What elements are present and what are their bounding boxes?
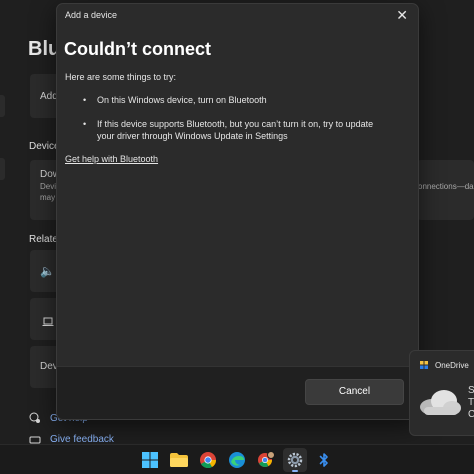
toast-text: T xyxy=(468,397,474,408)
device-row-right: connections—da xyxy=(414,160,474,220)
close-icon[interactable]: ✕ xyxy=(396,7,408,24)
devices-section-title: Device xyxy=(29,141,60,152)
tip-item: On this Windows device, turn on Bluetoot… xyxy=(81,94,381,106)
speaker-icon: 🔈 xyxy=(40,264,55,278)
dialog-window-title: Add a device xyxy=(65,10,118,20)
bluetooth-help-link[interactable]: Get help with Bluetooth xyxy=(65,154,158,164)
file-explorer-icon[interactable] xyxy=(167,448,191,472)
active-app-indicator xyxy=(292,470,298,472)
device-right-text: connections—da xyxy=(414,182,474,191)
dialog-titlebar: Add a device ✕ xyxy=(57,4,418,26)
dialog-intro-text: Here are some things to try: xyxy=(65,72,177,82)
toast-text: S xyxy=(468,385,474,396)
onedrive-app-icon xyxy=(420,361,428,369)
dialog-footer: Cancel xyxy=(57,366,418,419)
onedrive-notification[interactable]: OneDrive S T C xyxy=(409,350,474,436)
settings-gear-icon[interactable] xyxy=(283,448,307,472)
cancel-button[interactable]: Cancel xyxy=(305,379,404,405)
chrome-icon[interactable] xyxy=(196,448,220,472)
taskbar xyxy=(0,444,474,474)
bluetooth-icon[interactable] xyxy=(312,448,336,472)
chrome-profile-icon[interactable] xyxy=(254,448,278,472)
toast-text: C xyxy=(468,409,474,420)
screen: Blue Add Device Dow Devi may connections… xyxy=(0,0,474,474)
windows-start-icon[interactable] xyxy=(138,448,162,472)
add-device-dialog: Add a device ✕ Couldn’t connect Here are… xyxy=(56,3,419,420)
nav-strip xyxy=(0,158,5,180)
onedrive-cloud-icon xyxy=(420,390,461,415)
edge-icon[interactable] xyxy=(225,448,249,472)
device-desc: Devi xyxy=(40,182,57,191)
tip-item: If this device supports Bluetooth, but y… xyxy=(81,118,381,142)
nav-strip xyxy=(0,95,5,117)
device-desc: may xyxy=(40,193,56,202)
laptop-icon xyxy=(42,314,54,332)
tips-list: On this Windows device, turn on Bluetoot… xyxy=(81,94,381,154)
help-icon xyxy=(29,411,41,429)
toast-app-name: OneDrive xyxy=(435,361,469,370)
dialog-heading: Couldn’t connect xyxy=(64,39,211,59)
